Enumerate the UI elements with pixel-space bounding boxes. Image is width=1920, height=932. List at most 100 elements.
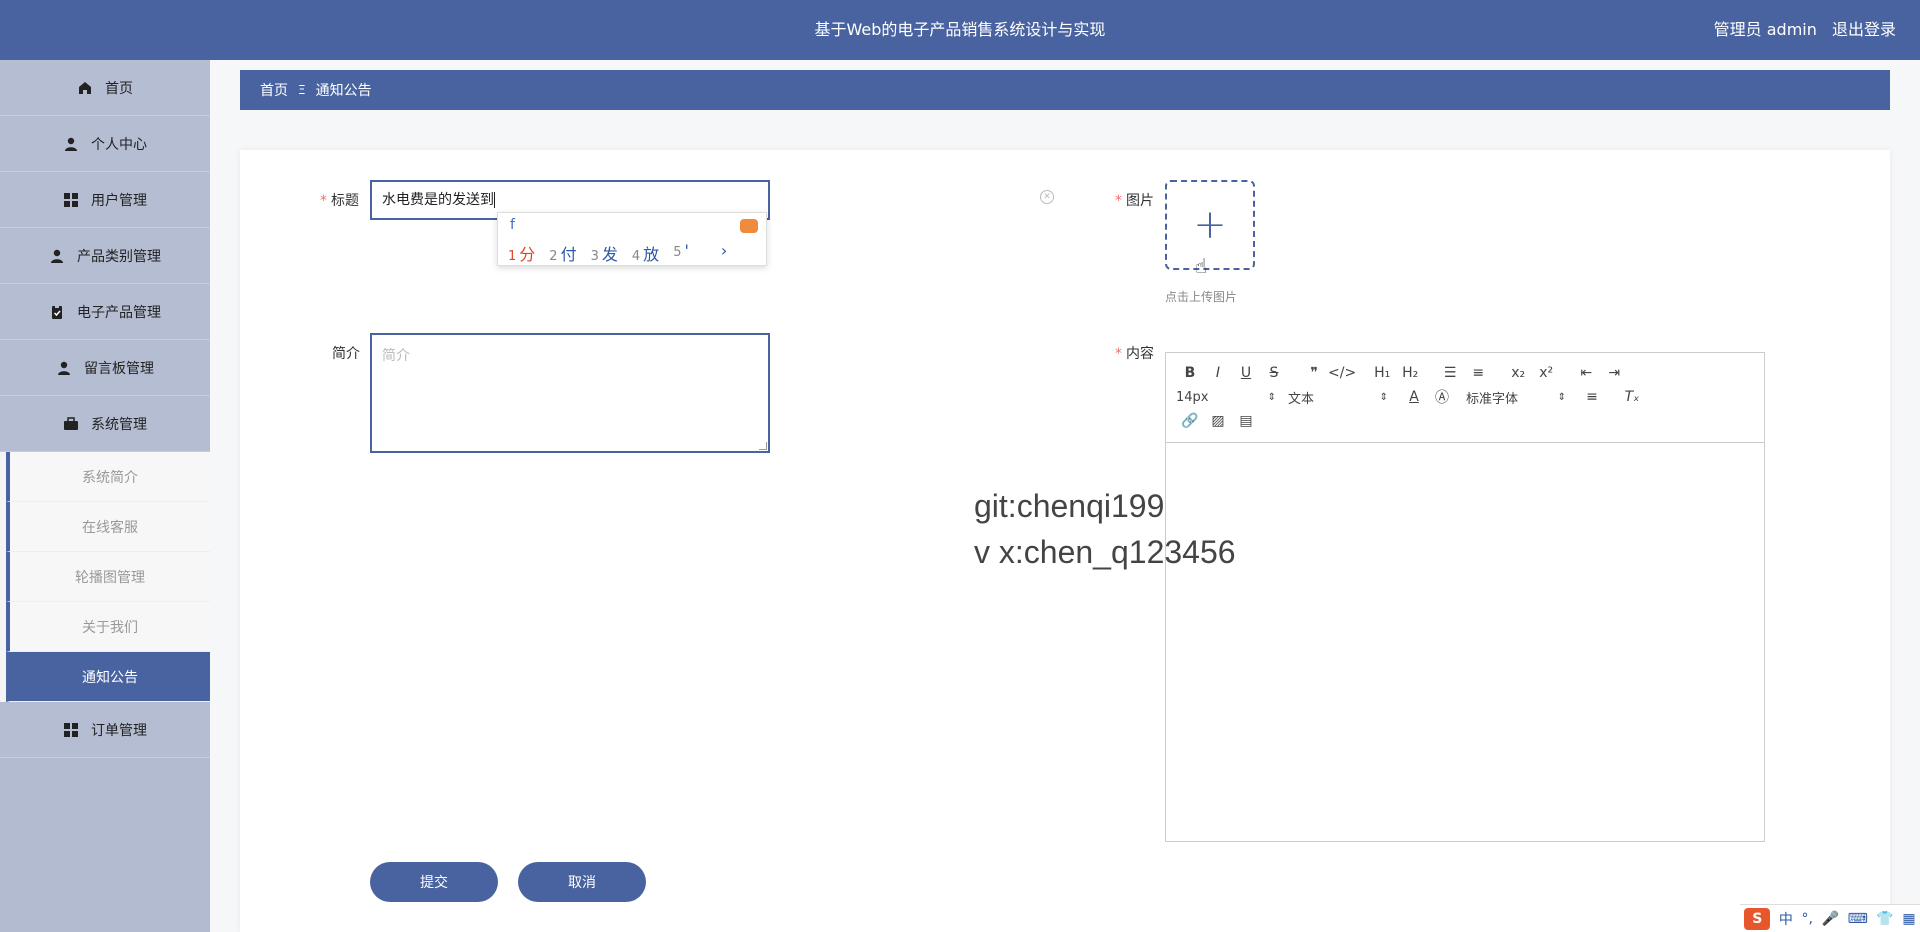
- ime-logo-icon[interactable]: S: [1744, 907, 1771, 930]
- heading1-icon[interactable]: H₁: [1368, 365, 1396, 381]
- ime-status-item[interactable]: 中: [1779, 909, 1793, 929]
- intro-textarea[interactable]: 简介: [370, 333, 770, 453]
- app-title: 基于Web的电子产品销售系统设计与实现: [814, 20, 1106, 39]
- grid-icon: [64, 192, 78, 207]
- indent-icon[interactable]: ⇥: [1600, 365, 1628, 381]
- sidebar-item-label: 订单管理: [91, 722, 147, 739]
- sidebar-item-electronics[interactable]: 电子产品管理: [0, 284, 210, 340]
- keyboard-icon[interactable]: ⌨: [1848, 911, 1868, 927]
- submenu-item-notice[interactable]: 通知公告: [6, 652, 210, 702]
- ime-candidate[interactable]: 5 ': [673, 241, 689, 265]
- clear-icon[interactable]: ✕: [1040, 190, 1054, 204]
- ime-candidate[interactable]: 3发: [591, 241, 618, 265]
- toolbox-icon[interactable]: ▦: [1902, 911, 1915, 927]
- ime-composition: f: [510, 217, 515, 233]
- breadcrumb: 首页 Ξ 通知公告: [240, 70, 1890, 110]
- briefcase-icon: [64, 416, 78, 430]
- title-label: * 标题: [320, 193, 359, 209]
- intro-placeholder: 简介: [382, 348, 410, 364]
- sidebar-item-label: 产品类别管理: [77, 248, 161, 265]
- outdent-icon[interactable]: ⇤: [1572, 365, 1600, 381]
- sidebar-item-label: 系统管理: [91, 416, 147, 433]
- ime-next-page-icon[interactable]: ›: [721, 241, 727, 265]
- resize-handle-icon[interactable]: [759, 442, 767, 450]
- underline-icon[interactable]: U: [1232, 365, 1260, 381]
- ime-candidate[interactable]: 1分: [508, 241, 535, 265]
- grid-icon: [64, 722, 78, 737]
- clipboard-icon: [52, 304, 62, 319]
- intro-label: 简介: [332, 346, 360, 362]
- sidebar-item-message-board[interactable]: 留言板管理: [0, 340, 210, 396]
- clear-format-icon[interactable]: Tₓ: [1618, 389, 1646, 405]
- video-icon[interactable]: ▤: [1232, 413, 1260, 429]
- font-size-select[interactable]: 14px ⇕: [1176, 390, 1276, 405]
- sidebar-item-label: 用户管理: [91, 192, 147, 209]
- ime-candidate[interactable]: 2付: [549, 241, 576, 265]
- ime-candidates: 1分 2付 3发 4放 5 ' ›: [508, 241, 727, 265]
- select-arrow-icon: ⇕: [1379, 391, 1388, 403]
- cancel-button[interactable]: 取消: [518, 862, 646, 902]
- sidebar-item-label: 留言板管理: [84, 360, 154, 377]
- select-arrow-icon: ⇕: [1267, 391, 1276, 403]
- submenu-item-system-intro[interactable]: 系统简介: [6, 452, 210, 502]
- ordered-list-icon[interactable]: ☰: [1436, 365, 1464, 381]
- ime-status-item[interactable]: °,: [1801, 911, 1812, 927]
- submenu-item-carousel[interactable]: 轮播图管理: [6, 552, 210, 602]
- person-icon: [65, 137, 77, 151]
- person-icon: [58, 361, 70, 375]
- sidebar-item-label: 首页: [105, 80, 133, 97]
- plus-icon: +: [1193, 202, 1227, 248]
- microphone-icon[interactable]: 🎤: [1822, 911, 1839, 927]
- ime-skin-icon[interactable]: [740, 219, 758, 233]
- align-icon[interactable]: ≡: [1578, 389, 1606, 405]
- breadcrumb-separator: Ξ: [298, 83, 306, 97]
- editor-toolbar: B I U S ❞ </> H₁ H₂ ☰ ≡ x₂ x² ⇤ ⇥ 14px ⇕ …: [1166, 353, 1764, 443]
- font-color-icon[interactable]: A: [1400, 389, 1428, 405]
- bullet-list-icon[interactable]: ≡: [1464, 365, 1492, 381]
- watermark: git:chenqi199 v x:chen_q123456: [974, 483, 1236, 575]
- breadcrumb-current: 通知公告: [315, 83, 372, 99]
- sidebar-item-orders[interactable]: 订单管理: [0, 702, 210, 758]
- skin-icon[interactable]: 👕: [1876, 911, 1893, 927]
- watermark-line2: v x:chen_q123456: [974, 534, 1236, 570]
- user-name: 管理员 admin: [1713, 20, 1817, 39]
- background-color-icon[interactable]: Ⓐ: [1428, 387, 1456, 407]
- font-family-select[interactable]: 标准字体 ⇕: [1466, 388, 1566, 407]
- block-type-select[interactable]: 文本 ⇕: [1288, 388, 1388, 407]
- rich-text-editor: B I U S ❞ </> H₁ H₂ ☰ ≡ x₂ x² ⇤ ⇥ 14px ⇕ …: [1165, 352, 1765, 842]
- breadcrumb-home[interactable]: 首页: [260, 80, 288, 100]
- ime-candidate[interactable]: 4放: [632, 241, 659, 265]
- italic-icon[interactable]: I: [1204, 365, 1232, 381]
- submit-button[interactable]: 提交: [370, 862, 498, 902]
- image-upload-button[interactable]: +: [1165, 180, 1255, 270]
- submenu-item-online-service[interactable]: 在线客服: [6, 502, 210, 552]
- sidebar-item-users[interactable]: 用户管理: [0, 172, 210, 228]
- ime-status-bar: S 中 °, 🎤 ⌨ 👕 ▦: [1740, 904, 1920, 932]
- watermark-line1: git:chenqi199: [974, 488, 1165, 524]
- link-icon[interactable]: 🔗: [1176, 413, 1204, 429]
- superscript-icon[interactable]: x²: [1532, 365, 1560, 381]
- home-icon: [79, 81, 91, 94]
- sidebar: 首页 个人中心 用户管理 产品类别管理 电子产品管理 留言板管理 系统管理 系统…: [0, 60, 210, 932]
- logout-link[interactable]: 退出登录: [1832, 20, 1896, 39]
- hand-cursor-icon: ☝: [1195, 254, 1208, 278]
- subscript-icon[interactable]: x₂: [1504, 365, 1532, 381]
- content-label: * 内容: [1115, 346, 1154, 362]
- sidebar-item-product-category[interactable]: 产品类别管理: [0, 228, 210, 284]
- ime-candidate-popup: f 1分 2付 3发 4放 5 ' ›: [497, 212, 767, 266]
- image-icon[interactable]: ▨: [1204, 413, 1232, 429]
- blockquote-icon[interactable]: ❞: [1300, 365, 1328, 381]
- top-header: 基于Web的电子产品销售系统设计与实现 管理员 admin 退出登录: [0, 0, 1920, 60]
- strikethrough-icon[interactable]: S: [1260, 365, 1288, 381]
- heading2-icon[interactable]: H₂: [1396, 365, 1424, 381]
- bold-icon[interactable]: B: [1176, 365, 1204, 381]
- sidebar-item-label: 电子产品管理: [77, 304, 161, 321]
- submenu-item-about[interactable]: 关于我们: [6, 602, 210, 652]
- sidebar-item-system[interactable]: 系统管理: [0, 396, 210, 452]
- code-icon[interactable]: </>: [1328, 365, 1356, 381]
- sidebar-item-home[interactable]: 首页: [0, 60, 210, 116]
- image-label: * 图片: [1115, 193, 1154, 209]
- sidebar-item-profile[interactable]: 个人中心: [0, 116, 210, 172]
- person-icon: [51, 249, 63, 263]
- user-area: 管理员 admin 退出登录: [1704, 0, 1896, 60]
